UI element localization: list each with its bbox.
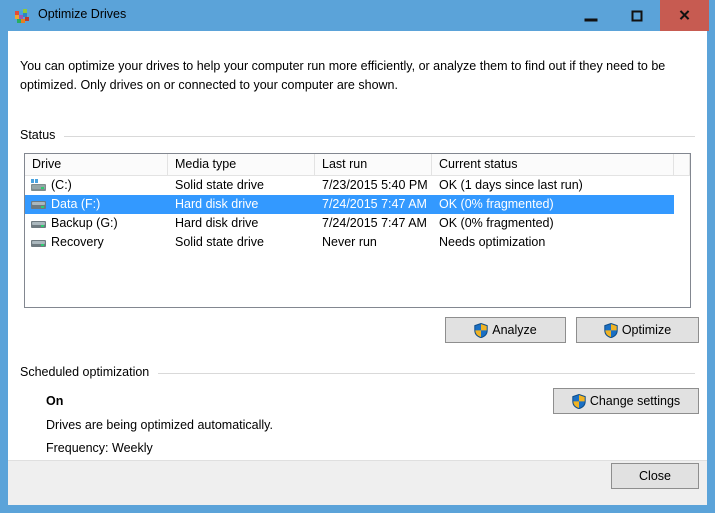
group-header-status-label: Status xyxy=(20,128,56,142)
cell-current-status: OK (1 days since last run) xyxy=(439,178,583,192)
group-header-status: Status xyxy=(20,128,695,144)
cell-media-type: Hard disk drive xyxy=(175,197,259,211)
table-row[interactable]: (C:) Solid state drive 7/23/2015 5:40 PM… xyxy=(25,176,690,195)
dialog-footer xyxy=(8,460,707,505)
group-header-rule xyxy=(158,365,695,374)
column-header-last-run[interactable]: Last run xyxy=(315,154,432,175)
optimize-drives-window: Optimize Drives ✕ You can optimize your … xyxy=(0,0,715,513)
cell-last-run: Never run xyxy=(322,235,377,249)
maximize-button[interactable] xyxy=(614,0,659,31)
column-header-drive[interactable]: Drive xyxy=(25,154,168,175)
close-icon: ✕ xyxy=(678,7,691,24)
group-header-rule xyxy=(64,128,695,137)
cell-media-type: Hard disk drive xyxy=(175,216,259,230)
group-header-scheduled-label: Scheduled optimization xyxy=(20,365,150,379)
cell-current-status: OK (0% fragmented) xyxy=(439,197,554,211)
window-title: Optimize Drives xyxy=(38,7,127,21)
cell-drive: Data (F:) xyxy=(51,197,101,211)
drive-icon xyxy=(30,198,47,211)
drive-icon xyxy=(30,236,47,249)
intro-text: You can optimize your drives to help you… xyxy=(20,58,666,92)
cell-drive: (C:) xyxy=(51,178,72,192)
cell-last-run: 7/24/2015 7:47 AM xyxy=(322,216,427,230)
system-drive-icon xyxy=(30,179,47,192)
defrag-blocks-icon xyxy=(14,8,30,24)
title-bar[interactable]: Optimize Drives ✕ xyxy=(0,0,715,31)
cell-media-type: Solid state drive xyxy=(175,235,264,249)
cell-last-run: 7/24/2015 7:47 AM xyxy=(322,197,427,211)
uac-shield-icon xyxy=(604,322,618,338)
cell-current-status: OK (0% fragmented) xyxy=(439,216,554,230)
close-dialog-button[interactable]: Close xyxy=(611,463,699,489)
dialog-client-area: You can optimize your drives to help you… xyxy=(8,31,707,505)
minimize-icon xyxy=(584,18,597,21)
schedule-frequency: Frequency: Weekly xyxy=(46,441,153,455)
close-window-button[interactable]: ✕ xyxy=(660,0,709,31)
drive-icon xyxy=(30,217,47,230)
cell-media-type: Solid state drive xyxy=(175,178,264,192)
change-settings-button[interactable]: Change settings xyxy=(553,388,699,414)
optimize-button-label: Optimize xyxy=(621,323,672,337)
cell-current-status: Needs optimization xyxy=(439,235,546,249)
uac-shield-icon xyxy=(572,393,586,409)
schedule-description: Drives are being optimized automatically… xyxy=(46,418,273,432)
cell-drive: Backup (G:) xyxy=(51,216,118,230)
analyze-button-label: Analyze xyxy=(492,323,537,337)
change-settings-button-label: Change settings xyxy=(589,394,681,408)
table-row[interactable]: Data (F:) Hard disk drive 7/24/2015 7:47… xyxy=(25,195,690,214)
maximize-icon xyxy=(631,10,642,21)
drive-list-body: (C:) Solid state drive 7/23/2015 5:40 PM… xyxy=(25,176,690,307)
table-row[interactable]: Recovery Solid state drive Never run Nee… xyxy=(25,233,690,252)
drive-list-header: Drive Media type Last run Current status xyxy=(25,154,690,176)
cell-drive: Recovery xyxy=(51,235,104,249)
schedule-state: On xyxy=(46,394,64,408)
column-header-spacer[interactable] xyxy=(674,154,690,175)
column-header-media-type[interactable]: Media type xyxy=(168,154,315,175)
analyze-button[interactable]: Analyze xyxy=(445,317,566,343)
optimize-button[interactable]: Optimize xyxy=(576,317,699,343)
drive-list[interactable]: Drive Media type Last run Current status xyxy=(24,153,691,308)
table-row[interactable]: Backup (G:) Hard disk drive 7/24/2015 7:… xyxy=(25,214,690,233)
column-header-current-status[interactable]: Current status xyxy=(432,154,674,175)
group-header-scheduled-optimization: Scheduled optimization xyxy=(20,365,695,381)
minimize-button[interactable] xyxy=(568,0,613,31)
uac-shield-icon xyxy=(474,322,488,338)
cell-last-run: 7/23/2015 5:40 PM xyxy=(322,178,428,192)
